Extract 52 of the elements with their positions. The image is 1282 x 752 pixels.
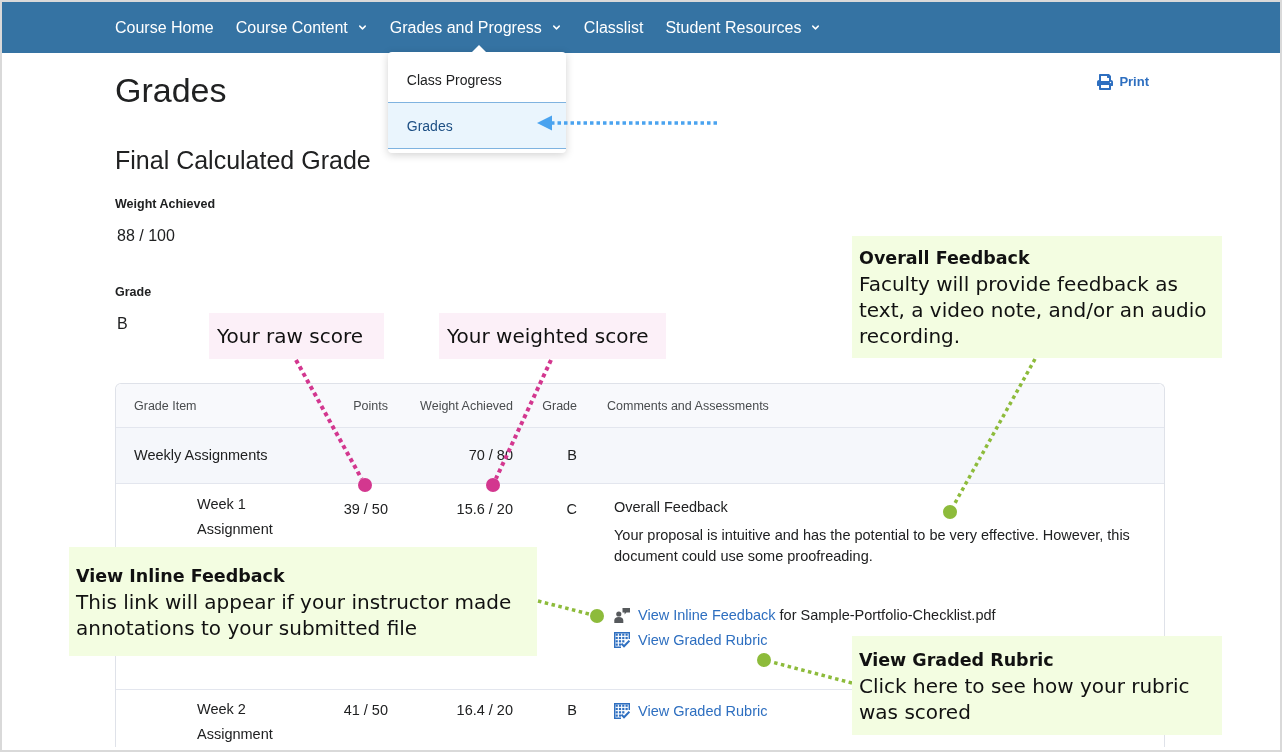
nav-link[interactable]: Grades and Progress [389,18,562,37]
inline-feedback-link[interactable]: View Inline Feedback [638,606,776,623]
field-label: Grade [115,284,152,300]
table-cell-text: B [566,446,577,465]
rubric-grid-icon [614,631,630,648]
pointer-arrow-icon [537,115,717,131]
chevron-down-icon [356,22,368,33]
dotted-leader-line [537,599,591,616]
field-value: B [116,314,128,334]
menu-item[interactable]: Grades [387,102,566,149]
column-header: Weight Achieved [419,398,513,413]
menu-item[interactable]: Class Progress [387,58,566,102]
feedback-heading: Overall Feedback [614,498,728,517]
person-chat-icon [614,606,630,623]
rubric-grid-icon [614,702,630,719]
callout-text: Click here to see how your rubric was scored [859,672,1191,725]
nav-link[interactable]: Course Content [235,18,368,37]
column-header: Grade [541,398,577,413]
field-value: 88 / 100 [116,226,175,246]
callout-label: Your raw score [209,313,384,359]
callout-label: Your weighted score [439,313,666,359]
table-cell-text: B [566,701,577,720]
callout-title: Overall Feedback [859,247,1031,270]
table-cell-text: 41 / 50 [342,701,388,720]
chevron-down-icon [810,22,822,33]
nav-link[interactable]: Classlist [583,18,644,37]
nav-link[interactable]: Course Home [115,18,214,37]
print-button[interactable]: Print [1097,72,1149,92]
column-header: Points [352,398,388,413]
table-cell-text: Weekly Assignments [133,446,269,465]
callout-text: This link will appear if your instructor made annotations to your submitted file [76,588,513,641]
table-cell-text: 15.6 / 20 [455,500,513,519]
callout-text: Faculty will provide feedback as text, a video note, and/or an audio recording. [859,271,1208,349]
graded-rubric-link[interactable]: View Graded Rubric [638,702,768,719]
column-header: Comments and Assessments [606,398,770,413]
printer-icon [1097,74,1114,90]
page-title: Grades [115,70,227,110]
field-label: Weight Achieved [115,196,216,212]
table-cell-text: Week 1 Assignment [196,495,274,539]
feedback-text: Your proposal is intuitive and has the potential to be very effective. However, this document could use some proofreading. [614,526,1131,566]
callout-title: View Graded Rubric [859,648,1055,672]
column-header: Grade Item [133,398,198,413]
table-cell-text: Week 2 Assignment [196,700,274,744]
table-cell-text: 39 / 50 [342,500,388,519]
callout-title: View Inline Feedback [76,564,286,588]
table-cell-text: 16.4 / 20 [455,701,513,720]
section-heading: Final Calculated Grade [115,145,371,175]
graded-rubric-link[interactable]: View Graded Rubric [638,631,768,648]
nav-link[interactable]: Student Resources [665,18,822,37]
file-name-text: for Sample-Portfolio-Checklist.pdf [779,606,996,623]
chevron-down-icon [550,22,562,33]
table-cell-text: C [565,500,577,519]
